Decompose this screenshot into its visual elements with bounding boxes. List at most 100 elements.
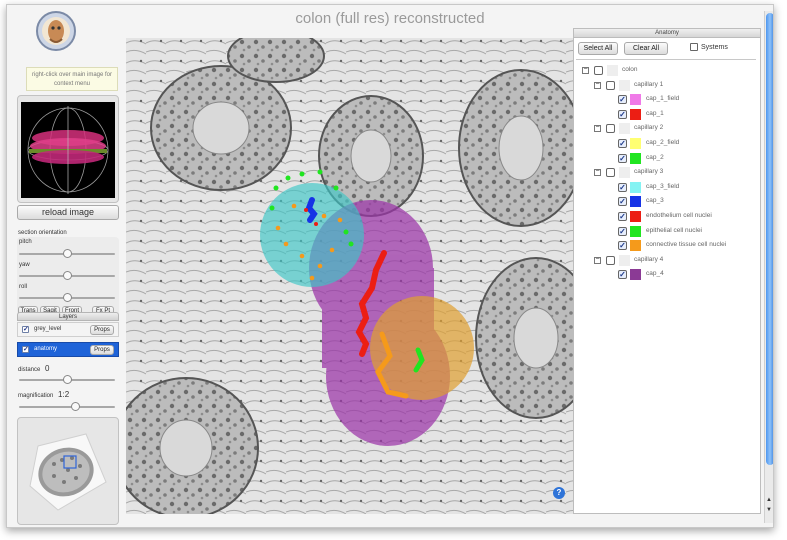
tree-structure-label: cap_1_field	[646, 95, 680, 103]
app-window: colon (full res) reconstructed right-cli…	[6, 4, 774, 528]
tree-group-label: capillary 1	[634, 80, 664, 88]
layer-row-grey-level[interactable]: ✓ grey_level Props	[17, 322, 119, 337]
collapse-toggle-icon[interactable]: −	[594, 124, 601, 133]
tree-row-connective-tissue-cell-nuclei[interactable]: ✓ connective tissue cell nuclei	[574, 239, 760, 253]
systems-checkbox[interactable]	[690, 43, 698, 51]
structure-visibility-checkbox[interactable]: ✓	[618, 241, 627, 251]
tree-group-label: capillary 3	[634, 168, 664, 176]
structure-visibility-checkbox[interactable]: ✓	[618, 109, 627, 119]
magnification-label: magnification 1:2	[18, 390, 70, 399]
collapse-toggle-icon[interactable]: −	[594, 81, 601, 89]
tree-row-epithelial-cell-nuclei[interactable]: ✓ epithelial cell nuclei	[574, 225, 760, 239]
structure-color-swatch[interactable]	[630, 108, 641, 120]
structure-color-swatch[interactable]	[630, 181, 641, 193]
tree-row-capillary-1[interactable]: − capillary 1	[574, 79, 760, 93]
group-color-swatch	[619, 254, 630, 266]
structure-color-swatch[interactable]	[630, 240, 641, 252]
tree-structure-label: cap_1	[646, 109, 664, 117]
structure-visibility-checkbox[interactable]: ✓	[618, 197, 627, 207]
yaw-slider-knob[interactable]	[62, 271, 72, 280]
structure-color-swatch[interactable]	[630, 138, 641, 149]
context-menu-hint: right-click over main image for context …	[26, 67, 118, 91]
tree-row-cap-1-field[interactable]: ✓ cap_1_field	[574, 93, 760, 107]
orientation-preview-panel	[17, 95, 119, 203]
group-visibility-checkbox[interactable]	[594, 66, 603, 75]
structure-visibility-checkbox[interactable]: ✓	[618, 270, 627, 280]
pitch-slider[interactable]	[19, 249, 115, 259]
pitch-label: pitch	[19, 239, 32, 245]
magnification-slider[interactable]	[19, 402, 115, 412]
structure-visibility-checkbox[interactable]: ✓	[618, 226, 627, 236]
yaw-label: yaw	[19, 262, 30, 268]
magnification-slider-knob[interactable]	[71, 402, 81, 411]
tree-row-cap-3[interactable]: ✓ cap_3	[574, 195, 760, 209]
group-visibility-checkbox[interactable]	[606, 168, 615, 178]
collapse-toggle-icon[interactable]: −	[594, 168, 601, 177]
grey-level-checkbox[interactable]: ✓	[22, 326, 29, 333]
main-image-viewport[interactable]	[126, 38, 573, 514]
tree-row-capillary-4[interactable]: − capillary 4	[574, 254, 760, 268]
select-all-button[interactable]: Select All	[578, 42, 618, 55]
orientation-preview[interactable]	[21, 102, 115, 198]
distance-label: distance 0	[18, 364, 50, 373]
structure-visibility-checkbox[interactable]: ✓	[618, 182, 627, 192]
distance-value: 0	[45, 364, 50, 373]
collapse-toggle-icon[interactable]: −	[582, 66, 589, 74]
tree-row-cap-3-field[interactable]: ✓ cap_3_field	[574, 181, 760, 195]
structure-color-swatch[interactable]	[630, 94, 641, 106]
group-visibility-checkbox[interactable]	[606, 255, 615, 265]
structure-color-swatch[interactable]	[630, 225, 641, 237]
scrollbar-thumb[interactable]	[766, 13, 773, 465]
structure-visibility-checkbox[interactable]: ✓	[618, 139, 627, 148]
anatomy-checkbox[interactable]: ✓	[22, 346, 29, 353]
anatomy-panel-title: Anatomy	[574, 29, 760, 38]
tree-group-label: capillary 2	[634, 124, 664, 132]
group-color-swatch	[619, 123, 630, 135]
scroll-up-arrow[interactable]: ▲	[766, 497, 772, 503]
tree-row-cap-4[interactable]: ✓ cap_4	[574, 268, 760, 282]
distance-slider[interactable]	[19, 375, 115, 385]
structure-color-swatch[interactable]	[630, 152, 641, 164]
layer-row-anatomy[interactable]: ✓ anatomy Props	[17, 342, 119, 357]
yaw-slider[interactable]	[19, 271, 115, 281]
navigator-thumbnail[interactable]	[24, 424, 112, 518]
layer-name: anatomy	[34, 346, 58, 352]
reload-image-button[interactable]: reload image	[17, 205, 119, 220]
structure-visibility-checkbox[interactable]: ✓	[618, 95, 627, 105]
structure-color-swatch[interactable]	[630, 196, 641, 208]
tree-group-label: colon	[622, 66, 638, 73]
clear-all-button[interactable]: Clear All	[624, 42, 668, 55]
layers-header: Layers	[17, 312, 119, 321]
grey-level-props-button[interactable]: Props	[90, 325, 114, 335]
tree-row-cap-2-field[interactable]: ✓ cap_2_field	[574, 137, 760, 151]
structure-color-swatch[interactable]	[630, 211, 641, 222]
tree-row-cap-2[interactable]: ✓ cap_2	[574, 152, 760, 166]
pitch-slider-knob[interactable]	[62, 249, 72, 258]
tree-structure-label: cap_2_field	[646, 139, 680, 146]
roll-slider[interactable]	[19, 293, 115, 303]
section-orientation-label: section orientation	[18, 230, 67, 236]
structure-visibility-checkbox[interactable]: ✓	[618, 212, 627, 221]
anatomy-props-button[interactable]: Props	[90, 345, 114, 355]
tree-row-cap-1[interactable]: ✓ cap_1	[574, 108, 760, 122]
orientation-controls: pitch yaw roll Trans Sagit Front Fx Pt	[17, 237, 119, 317]
structure-visibility-checkbox[interactable]: ✓	[618, 153, 627, 163]
group-visibility-checkbox[interactable]	[606, 124, 615, 134]
tree-row-capillary-3[interactable]: − capillary 3	[574, 166, 760, 180]
group-visibility-checkbox[interactable]	[606, 80, 615, 90]
group-color-swatch	[619, 79, 630, 91]
roll-slider-knob[interactable]	[62, 293, 72, 302]
tree-structure-label: cap_3	[646, 197, 664, 205]
scroll-down-arrow[interactable]: ▼	[766, 507, 772, 513]
tree-row-colon[interactable]: − colon	[574, 64, 760, 78]
distance-slider-knob[interactable]	[62, 375, 72, 384]
tree-row-endothelium-cell-nuclei[interactable]: ✓ endothelium cell nuclei	[574, 210, 760, 224]
collapse-toggle-icon[interactable]: −	[594, 256, 601, 264]
help-button[interactable]: ?	[553, 487, 565, 499]
tree-row-capillary-2[interactable]: − capillary 2	[574, 122, 760, 136]
app-logo	[35, 9, 77, 57]
tree-structure-label: cap_2	[646, 153, 664, 161]
vertical-scrollbar[interactable]: ▲ ▼	[764, 11, 773, 523]
tree-structure-label: connective tissue cell nuclei	[646, 241, 727, 249]
structure-color-swatch[interactable]	[630, 269, 641, 281]
